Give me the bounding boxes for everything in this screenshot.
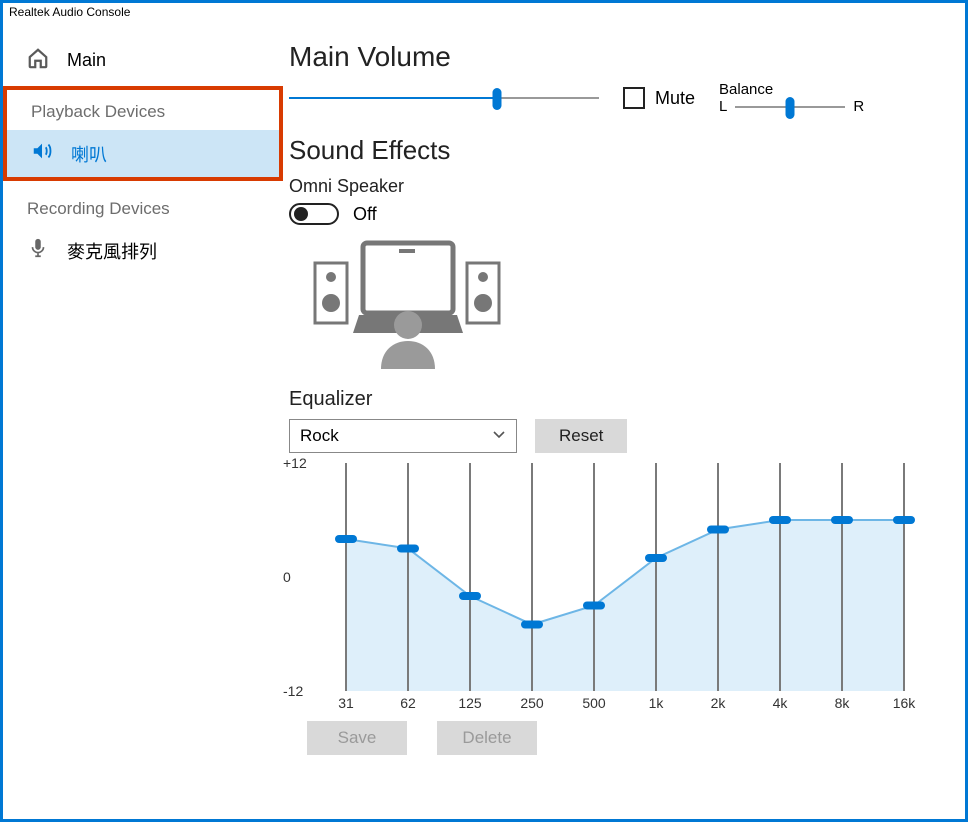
eq-band-handle[interactable] <box>645 554 667 562</box>
sidebar-section-playback: Playback Devices <box>7 90 279 130</box>
speaker-icon <box>31 140 53 167</box>
eq-band-handle[interactable] <box>335 535 357 543</box>
equalizer-preset-value: Rock <box>300 426 339 446</box>
eq-axis-mid: 0 <box>283 569 291 585</box>
mute-checkbox[interactable] <box>623 87 645 109</box>
eq-band-handle[interactable] <box>769 516 791 524</box>
balance-label: Balance <box>719 81 864 98</box>
eq-band-handle[interactable] <box>831 516 853 524</box>
sidebar-item-main[interactable]: Main <box>3 37 283 84</box>
sound-effects-title: Sound Effects <box>289 135 931 166</box>
home-icon <box>27 47 49 74</box>
sidebar-section-recording: Recording Devices <box>3 181 283 227</box>
eq-band-handle[interactable] <box>583 602 605 610</box>
eq-band-label: 31 <box>315 695 377 711</box>
eq-band-handle[interactable] <box>459 592 481 600</box>
microphone-icon <box>27 237 49 264</box>
sidebar-item-mic[interactable]: 麥克風排列 <box>3 227 283 274</box>
highlight-box: Playback Devices 喇叭 <box>3 86 283 181</box>
sidebar-item-label: 麥克風排列 <box>67 238 157 264</box>
eq-band-handle[interactable] <box>707 526 729 534</box>
window-title: Realtek Audio Console <box>3 3 965 19</box>
main-content: Main Volume Mute Balance L <box>283 19 965 822</box>
balance-slider[interactable] <box>735 106 845 108</box>
sidebar: Main Playback Devices 喇叭 Recording Devic… <box>3 19 283 822</box>
eq-band-label: 16k <box>873 695 935 711</box>
equalizer-delete-button[interactable]: Delete <box>437 721 537 755</box>
equalizer-band-labels: 31621252505001k2k4k8k16k <box>315 691 935 711</box>
eq-band-handle[interactable] <box>397 545 419 553</box>
omni-toggle[interactable] <box>289 203 339 225</box>
equalizer-reset-button[interactable]: Reset <box>535 419 627 453</box>
equalizer-preset-select[interactable]: Rock <box>289 419 517 453</box>
eq-band-label: 125 <box>439 695 501 711</box>
eq-band-label: 250 <box>501 695 563 711</box>
chevron-down-icon <box>492 428 506 445</box>
equalizer-title: Equalizer <box>289 388 931 411</box>
eq-band-label: 62 <box>377 695 439 711</box>
sidebar-item-label: Main <box>67 50 106 71</box>
eq-band-label: 500 <box>563 695 625 711</box>
sidebar-item-label: 喇叭 <box>71 141 107 167</box>
eq-band-label: 8k <box>811 695 873 711</box>
mute-label: Mute <box>655 88 695 109</box>
omni-state-label: Off <box>353 204 377 225</box>
balance-right-label: R <box>853 98 864 115</box>
eq-band-label: 1k <box>625 695 687 711</box>
eq-band-handle[interactable] <box>521 621 543 629</box>
eq-band-label: 4k <box>749 695 811 711</box>
eq-band-label: 2k <box>687 695 749 711</box>
sidebar-item-speakers[interactable]: 喇叭 <box>7 130 279 177</box>
main-volume-title: Main Volume <box>289 41 931 73</box>
balance-left-label: L <box>719 98 727 115</box>
equalizer-save-button[interactable]: Save <box>307 721 407 755</box>
volume-slider[interactable] <box>289 97 599 99</box>
equalizer-graph: +12 0 -12 <box>315 463 935 691</box>
eq-axis-top: +12 <box>283 455 307 471</box>
omni-speaker-graphic <box>307 233 931 378</box>
eq-axis-bot: -12 <box>283 683 303 699</box>
omni-speaker-label: Omni Speaker <box>289 176 931 197</box>
eq-band-handle[interactable] <box>893 516 915 524</box>
